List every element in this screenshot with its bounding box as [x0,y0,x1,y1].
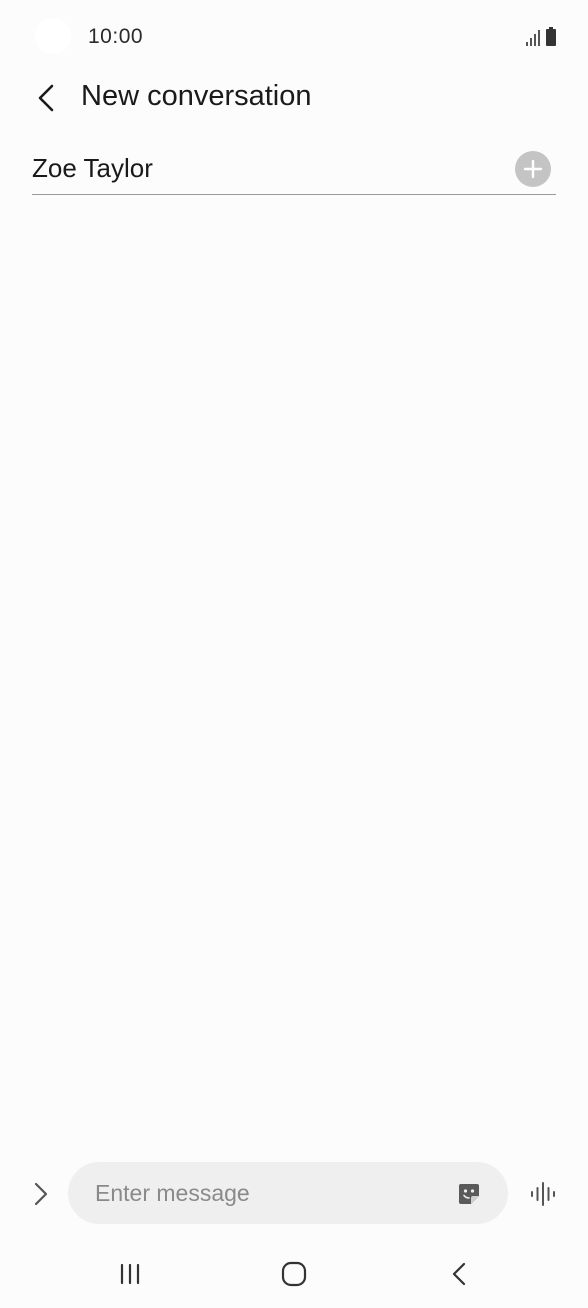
chevron-left-icon [38,84,54,112]
home-button[interactable] [270,1254,318,1294]
recents-button[interactable] [106,1254,154,1294]
back-icon [452,1262,466,1286]
status-time: 10:00 [88,25,144,48]
recents-icon [120,1263,140,1285]
message-composer [0,1160,588,1226]
signal-icon [526,30,540,46]
page-title: New conversation [81,80,312,112]
sticker-icon [459,1184,479,1204]
new-conversation-screen: 10:00 New conversation [0,0,588,1308]
message-box [68,1162,508,1224]
message-input[interactable] [95,1176,435,1210]
voice-waveform-icon [531,1182,555,1206]
status-icons [526,26,556,46]
camera-cutout [35,18,71,54]
app-header: New conversation [0,74,588,120]
expand-options-button[interactable] [24,1177,58,1211]
status-bar: 10:00 [0,0,588,74]
back-button[interactable] [26,78,66,118]
recipient-input[interactable] [32,150,492,186]
plus-icon [523,159,543,179]
sticker-button[interactable] [456,1181,482,1207]
chevron-right-icon [34,1182,48,1206]
voice-record-button[interactable] [525,1177,563,1211]
nav-back-button[interactable] [435,1254,483,1294]
add-recipient-button[interactable] [515,151,551,187]
recipient-row [32,144,556,195]
battery-icon [546,27,556,46]
home-icon [281,1261,307,1287]
system-nav-bar [0,1240,588,1308]
